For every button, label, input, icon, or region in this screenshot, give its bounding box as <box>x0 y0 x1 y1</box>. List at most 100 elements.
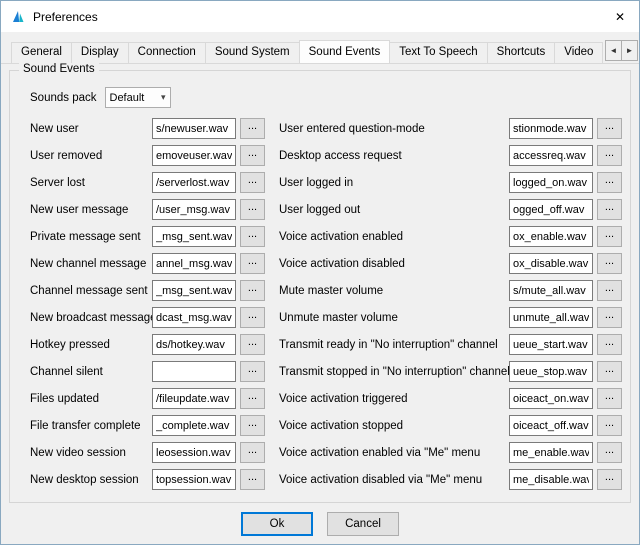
sound-file-input[interactable] <box>152 388 236 409</box>
table-row: Voice activation disabled via "Me" menu … <box>279 469 622 490</box>
sound-event-label: User entered question-mode <box>279 123 509 135</box>
tab-sound-events[interactable]: Sound Events <box>299 40 391 64</box>
sound-file-input[interactable] <box>152 226 236 247</box>
table-row: User logged in ... <box>279 172 622 193</box>
browse-button[interactable]: ... <box>597 145 622 166</box>
tab-text-to-speech[interactable]: Text To Speech <box>389 42 487 63</box>
sound-file-input[interactable] <box>509 172 593 193</box>
sound-event-label: Mute master volume <box>279 285 509 297</box>
tab-sound-system[interactable]: Sound System <box>205 42 300 63</box>
table-row: User entered question-mode ... <box>279 118 622 139</box>
sound-event-label: Server lost <box>30 177 152 189</box>
sound-file-input[interactable] <box>152 442 236 463</box>
title-bar: Preferences ✕ <box>1 1 639 32</box>
browse-button[interactable]: ... <box>597 307 622 328</box>
browse-button[interactable]: ... <box>240 415 265 436</box>
sound-file-input[interactable] <box>152 145 236 166</box>
tab-scroll-right-button[interactable]: ► <box>621 40 638 61</box>
browse-button[interactable]: ... <box>597 199 622 220</box>
table-row: Private message sent ... <box>30 226 265 247</box>
sound-file-input[interactable] <box>152 172 236 193</box>
sound-file-input[interactable] <box>509 118 593 139</box>
sound-file-input[interactable] <box>509 253 593 274</box>
browse-button[interactable]: ... <box>240 442 265 463</box>
browse-button[interactable]: ... <box>597 442 622 463</box>
sound-event-label: User removed <box>30 150 152 162</box>
sound-file-input[interactable] <box>152 199 236 220</box>
sound-file-input[interactable] <box>509 226 593 247</box>
browse-button[interactable]: ... <box>597 415 622 436</box>
sound-events-columns: New user ... User removed ... Server los… <box>30 118 622 496</box>
browse-button[interactable]: ... <box>240 334 265 355</box>
sound-event-label: Desktop access request <box>279 150 509 162</box>
sound-file-input[interactable] <box>509 442 593 463</box>
browse-button[interactable]: ... <box>240 307 265 328</box>
browse-button[interactable]: ... <box>240 199 265 220</box>
sound-event-label: Files updated <box>30 393 152 405</box>
ok-button[interactable]: Ok <box>241 512 313 536</box>
browse-button[interactable]: ... <box>240 361 265 382</box>
sound-file-input[interactable] <box>509 334 593 355</box>
browse-button[interactable]: ... <box>597 172 622 193</box>
tab-scroller: ◄ ► <box>605 40 638 61</box>
preferences-dialog: Preferences ✕ General Display Connection… <box>0 0 640 545</box>
sound-event-label: Channel message sent <box>30 285 152 297</box>
close-button[interactable]: ✕ <box>601 2 639 32</box>
tab-video[interactable]: Video <box>554 42 603 63</box>
browse-button[interactable]: ... <box>597 361 622 382</box>
sound-event-label: Voice activation enabled via "Me" menu <box>279 447 509 459</box>
browse-button[interactable]: ... <box>240 172 265 193</box>
sounds-pack-value: Default <box>110 92 161 104</box>
tab-scroll-left-button[interactable]: ◄ <box>605 40 622 61</box>
tab-connection[interactable]: Connection <box>128 42 206 63</box>
sound-file-input[interactable] <box>509 145 593 166</box>
sound-file-input[interactable] <box>152 361 236 382</box>
cancel-button[interactable]: Cancel <box>327 512 399 536</box>
tab-display[interactable]: Display <box>71 42 129 63</box>
browse-button[interactable]: ... <box>240 145 265 166</box>
table-row: Transmit ready in "No interruption" chan… <box>279 334 622 355</box>
browse-button[interactable]: ... <box>597 334 622 355</box>
sound-events-column-right: User entered question-mode ... Desktop a… <box>279 118 622 496</box>
sound-event-label: New broadcast message <box>30 312 152 324</box>
tab-shortcuts[interactable]: Shortcuts <box>487 42 556 63</box>
browse-button[interactable]: ... <box>240 253 265 274</box>
table-row: Files updated ... <box>30 388 265 409</box>
table-row: User logged out ... <box>279 199 622 220</box>
browse-button[interactable]: ... <box>240 226 265 247</box>
sound-file-input[interactable] <box>509 361 593 382</box>
sound-event-label: New user message <box>30 204 152 216</box>
browse-button[interactable]: ... <box>240 469 265 490</box>
browse-button[interactable]: ... <box>240 280 265 301</box>
sound-file-input[interactable] <box>152 415 236 436</box>
browse-button[interactable]: ... <box>597 280 622 301</box>
browse-button[interactable]: ... <box>240 388 265 409</box>
browse-button[interactable]: ... <box>597 388 622 409</box>
table-row: File transfer complete ... <box>30 415 265 436</box>
browse-button[interactable]: ... <box>597 469 622 490</box>
sound-file-input[interactable] <box>509 199 593 220</box>
table-row: Voice activation stopped ... <box>279 415 622 436</box>
sound-file-input[interactable] <box>509 388 593 409</box>
sound-event-label: File transfer complete <box>30 420 152 432</box>
browse-button[interactable]: ... <box>597 118 622 139</box>
sound-file-input[interactable] <box>509 415 593 436</box>
sound-file-input[interactable] <box>509 280 593 301</box>
tab-general[interactable]: General <box>11 42 72 63</box>
table-row: New broadcast message ... <box>30 307 265 328</box>
sound-file-input[interactable] <box>152 334 236 355</box>
browse-button[interactable]: ... <box>597 226 622 247</box>
group-title: Sound Events <box>19 63 99 75</box>
sound-file-input[interactable] <box>152 118 236 139</box>
sound-file-input[interactable] <box>152 253 236 274</box>
sound-event-label: Private message sent <box>30 231 152 243</box>
browse-button[interactable]: ... <box>597 253 622 274</box>
sounds-pack-select[interactable]: Default ▾ <box>105 87 171 108</box>
sound-event-label: User logged out <box>279 204 509 216</box>
sound-file-input[interactable] <box>152 280 236 301</box>
sound-file-input[interactable] <box>152 469 236 490</box>
browse-button[interactable]: ... <box>240 118 265 139</box>
sound-file-input[interactable] <box>509 307 593 328</box>
sound-file-input[interactable] <box>152 307 236 328</box>
sound-file-input[interactable] <box>509 469 593 490</box>
